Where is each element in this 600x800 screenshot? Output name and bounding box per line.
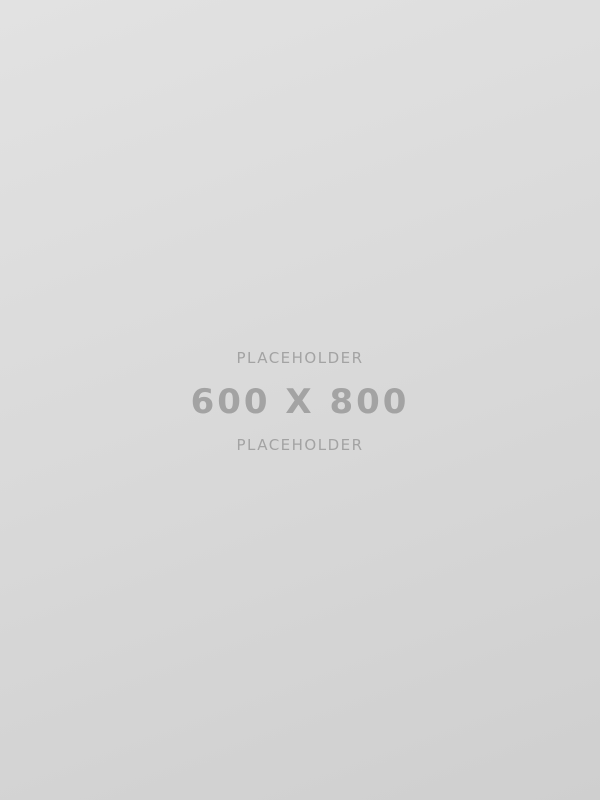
placeholder-bottom-label: PLACEHOLDER — [236, 436, 364, 454]
placeholder-dimensions: 600 X 800 — [190, 382, 410, 422]
placeholder-image: PLACEHOLDER 600 X 800 PLACEHOLDER — [0, 0, 600, 800]
placeholder-top-label: PLACEHOLDER — [236, 349, 364, 367]
